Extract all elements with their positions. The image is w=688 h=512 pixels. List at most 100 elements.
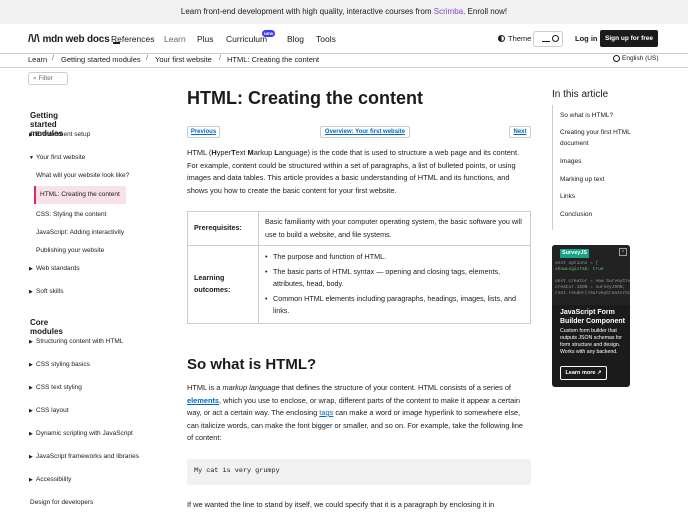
learn-more-label: Learn more [565, 370, 596, 376]
chevron-right-icon: ▶ [29, 477, 33, 483]
intro-text: ext [235, 148, 248, 157]
nav-tools[interactable]: Tools [316, 34, 336, 44]
breadcrumb-current: HTML: Creating the content [227, 55, 320, 64]
next-link[interactable]: Next [509, 126, 531, 138]
breadcrumb: Learn / Getting started modules / Your f… [0, 54, 688, 68]
nav-curriculum[interactable]: Curriculum [226, 34, 267, 44]
sidebar-item-soft-skills[interactable]: Soft skills [36, 288, 63, 295]
new-badge: NEW [262, 30, 276, 37]
chevron-right-icon: ▶ [29, 266, 33, 272]
theme-icon [498, 35, 505, 42]
chevron-right-icon: ▶ [29, 289, 33, 295]
theme-label: Theme [508, 34, 532, 43]
toc-title: In this article [552, 89, 609, 100]
prerequisites-label: Prerequisites: [187, 211, 259, 246]
intro-paragraph: HTML (HyperText Markup Language) is the … [187, 147, 531, 197]
list-item: The purpose and function of HTML. [265, 251, 524, 264]
sidebar-filter-input[interactable]: ⌕ Filter [28, 72, 68, 85]
nav-references[interactable]: References [111, 34, 154, 44]
language-switcher[interactable]: English (US) [613, 55, 658, 62]
sidebar-item-html-content[interactable]: HTML: Creating the content [40, 191, 120, 198]
elements-link[interactable]: elements [187, 396, 219, 405]
breadcrumb-getting-started[interactable]: Getting started modules [61, 55, 141, 64]
chevron-right-icon: ▶ [29, 431, 33, 437]
chevron-right-icon: ▶ [29, 339, 33, 345]
ad-brand-logo: SurveyJS [560, 249, 590, 258]
logo-text: mdn web docs [42, 33, 110, 45]
promo-banner: Learn front-end development with high qu… [0, 0, 688, 24]
table-row: Prerequisites: Basic familiarity with yo… [187, 211, 531, 246]
sidebar-item-dynamic-js[interactable]: Dynamic scripting with JavaScript [36, 430, 133, 437]
outcomes-value: The purpose and function of HTML. The ba… [258, 245, 531, 324]
sidebar-item-css-text[interactable]: CSS text styling [36, 384, 82, 391]
outcomes-list: The purpose and function of HTML. The ba… [265, 251, 524, 318]
toc-item-links[interactable]: Links [560, 191, 640, 202]
search-caret [542, 41, 550, 42]
page-title: HTML: Creating the content [187, 88, 423, 108]
html-explanation-paragraph: HTML is a markup language that defines t… [187, 382, 531, 445]
ad-learn-more-button[interactable]: Learn more ↗ [560, 366, 607, 380]
sidebar-item-publishing[interactable]: Publishing your website [36, 247, 104, 254]
breadcrumb-separator: / [52, 55, 54, 62]
chevron-right-icon: ▶ [29, 132, 33, 138]
sidebar-item-web-standards[interactable]: Web standards [36, 265, 80, 272]
sidebar-item-your-first-website[interactable]: Your first website [36, 154, 85, 161]
signup-button[interactable]: Sign up for free [600, 30, 658, 47]
list-item: The basic parts of HTML syntax — opening… [265, 266, 524, 291]
search-icon [552, 35, 559, 42]
intro-text: arkup [253, 148, 275, 157]
chevron-right-icon: ▶ [29, 362, 33, 368]
breadcrumb-separator: / [146, 55, 148, 62]
sidebar-item-accessibility[interactable]: Accessibility [36, 476, 71, 483]
sidebar-section-core-modules: Core modules [30, 318, 63, 336]
list-item: Common HTML elements including paragraph… [265, 293, 524, 318]
ad-description: Custom form builder that outputs JSON sc… [560, 328, 622, 355]
chevron-right-icon: ▶ [29, 385, 33, 391]
breadcrumb-first-website[interactable]: Your first website [155, 55, 212, 64]
close-icon[interactable]: × [619, 248, 627, 256]
para-text: that defines the structure of your conte… [279, 383, 511, 392]
sidebar-item-website-look[interactable]: What will your website look like? [36, 172, 129, 179]
para-text: HTML is a [187, 383, 223, 392]
sidebar-item-js-frameworks[interactable]: JavaScript frameworks and libraries [36, 453, 139, 460]
toc-item-what-is-html[interactable]: So what is HTML? [560, 110, 640, 121]
toc-item-marking-up-text[interactable]: Marking up text [560, 174, 640, 185]
toc-item-images[interactable]: Images [560, 156, 640, 167]
sidebar-item-structuring-html[interactable]: Structuring content with HTML [36, 338, 123, 345]
sidebar-item-design-for-developers[interactable]: Design for developers [30, 499, 93, 506]
paragraph-continued: If we wanted the line to stand by itself… [187, 500, 495, 509]
ad-code-line: root.render(<SurveyCreatorComponent [555, 291, 630, 296]
mdn-logo[interactable]: /\/\ mdn web docs [28, 33, 120, 45]
search-button[interactable] [533, 31, 563, 47]
code-example: My cat is very grumpy [187, 459, 531, 485]
tags-link[interactable]: tags [319, 408, 333, 417]
nav-blog[interactable]: Blog [287, 34, 304, 44]
nav-learn[interactable]: Learn [164, 34, 186, 44]
login-link[interactable]: Log in [575, 34, 598, 43]
sidebar-item-css-basics[interactable]: CSS styling basics [36, 361, 90, 368]
chevron-right-icon: ▶ [29, 408, 33, 414]
banner-text: Learn front-end development with high qu… [180, 7, 434, 16]
toc-item-first-document[interactable]: Creating your first HTML document [560, 127, 640, 149]
overview-link[interactable]: Overview: Your first website [320, 126, 410, 138]
para-emphasis: markup language [222, 383, 280, 392]
intro-text: yper [216, 148, 232, 157]
sponsored-ad[interactable]: onst options = { showLogicTab: true onst… [552, 245, 630, 387]
table-row: Learning outcomes: The purpose and funct… [187, 245, 531, 324]
sidebar-item-css-styling[interactable]: CSS: Styling the content [36, 211, 106, 218]
sidebar-item-javascript-interactivity[interactable]: JavaScript: Adding interactivity [36, 229, 124, 236]
breadcrumb-learn[interactable]: Learn [28, 55, 47, 64]
theme-switcher[interactable]: Theme [498, 34, 531, 43]
banner-link[interactable]: Scrimba [434, 7, 463, 16]
sidebar-item-environment-setup[interactable]: Environment setup [36, 131, 90, 138]
nav-plus[interactable]: Plus [197, 34, 214, 44]
prerequisites-value: Basic familiarity with your computer ope… [258, 211, 531, 246]
chevron-down-icon: ▼ [29, 155, 34, 161]
banner-text-end: . Enroll now! [463, 7, 508, 16]
globe-icon [613, 55, 620, 62]
toc-item-conclusion[interactable]: Conclusion [560, 209, 640, 220]
previous-link[interactable]: Previous [187, 126, 220, 138]
sidebar-item-css-layout[interactable]: CSS layout [36, 407, 69, 414]
language-label: English (US) [622, 55, 659, 62]
chevron-right-icon: ▶ [29, 454, 33, 460]
